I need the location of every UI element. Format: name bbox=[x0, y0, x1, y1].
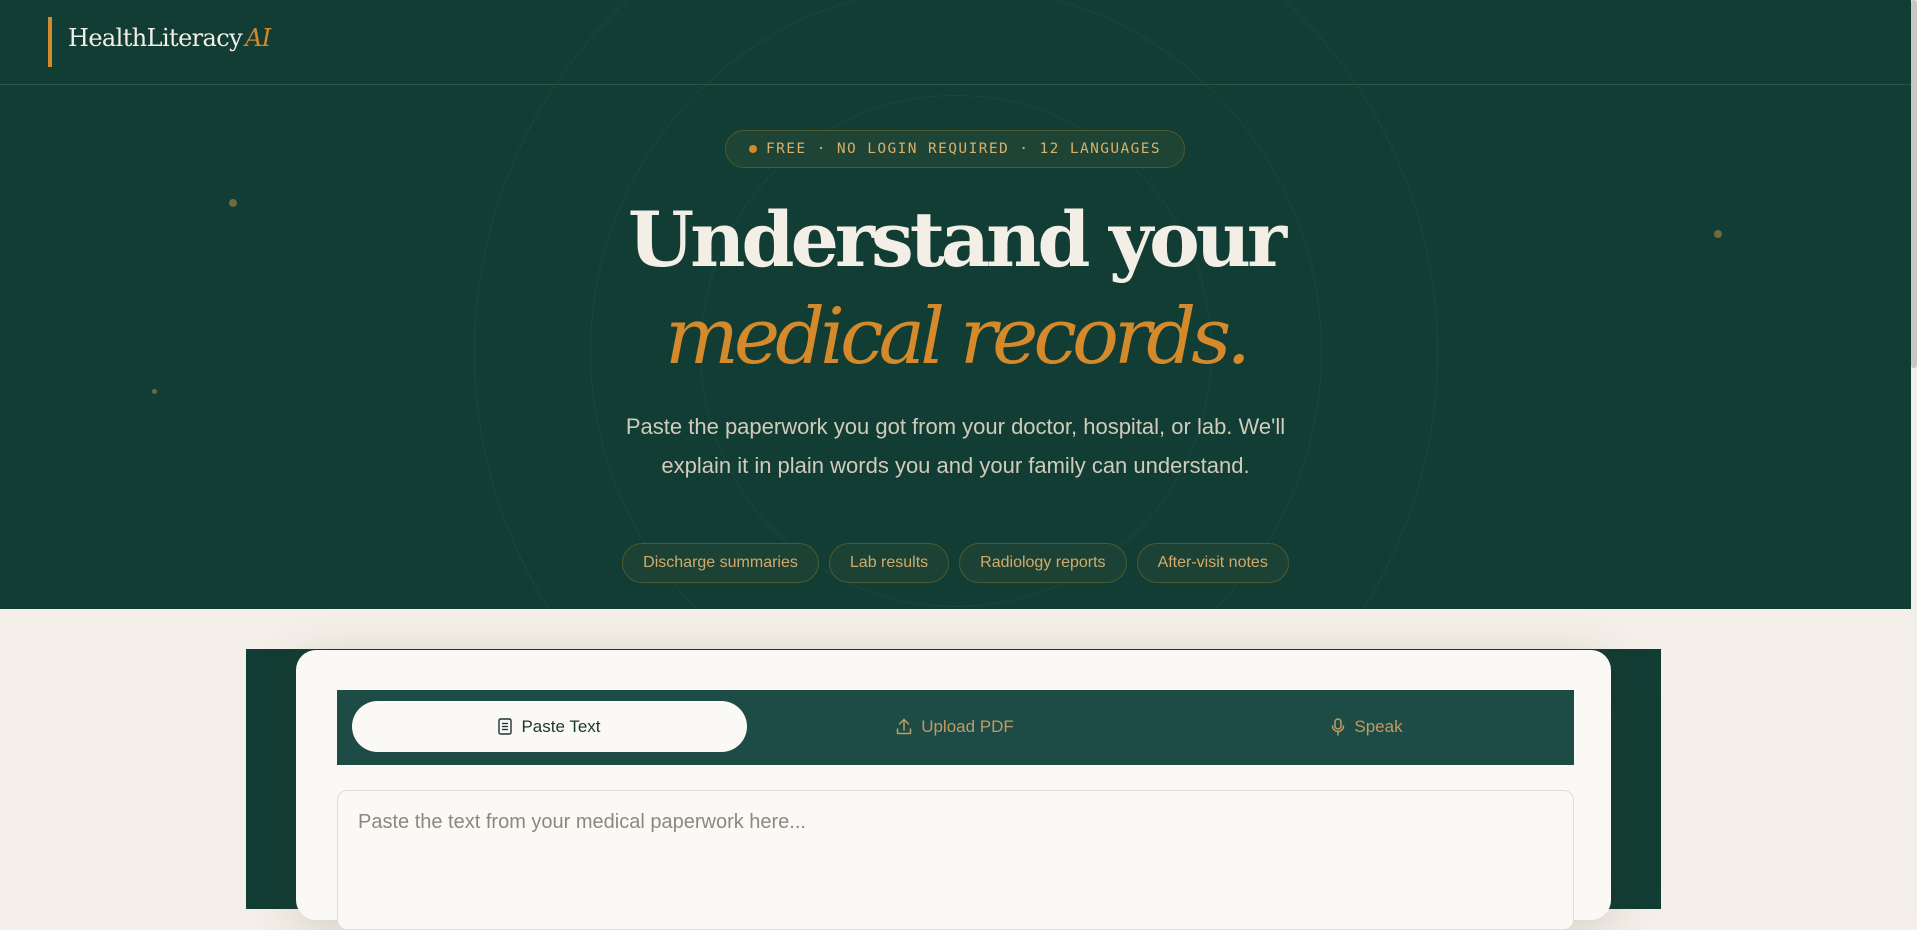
badge-text: FREE · NO LOGIN REQUIRED · 12 LANGUAGES bbox=[765, 141, 1162, 157]
document-type-chips: Discharge summaries Lab results Radiolog… bbox=[0, 543, 1911, 583]
microphone-icon bbox=[1332, 717, 1345, 736]
headline-line-1: Understand your bbox=[627, 195, 1287, 284]
tab-paste-text-label: Paste Text bbox=[521, 716, 601, 736]
upload-icon bbox=[896, 718, 912, 735]
top-navigation-bar: HealthLiteracy AI bbox=[0, 0, 1911, 85]
logo-accent-bar bbox=[48, 17, 52, 67]
input-mode-tabs: Paste Text Upload PDF Speak bbox=[337, 690, 1574, 765]
medical-text-input[interactable] bbox=[337, 790, 1574, 930]
chip-after-visit-notes[interactable]: After-visit notes bbox=[1136, 543, 1289, 583]
input-card: Paste Text Upload PDF Speak bbox=[296, 650, 1611, 930]
feature-badge: FREE · NO LOGIN REQUIRED · 12 LANGUAGES bbox=[725, 130, 1185, 168]
tab-upload-pdf[interactable]: Upload PDF bbox=[749, 701, 1161, 752]
badge-dot-icon bbox=[748, 145, 757, 153]
chip-lab-results[interactable]: Lab results bbox=[828, 543, 950, 583]
tab-paste-text[interactable]: Paste Text bbox=[352, 701, 747, 752]
hero-subtitle: Paste the paperwork you got from your do… bbox=[625, 414, 1286, 478]
headline-line-2: medical records. bbox=[664, 292, 1251, 382]
decorative-dot bbox=[152, 389, 157, 394]
tab-speak-label: Speak bbox=[1354, 716, 1403, 736]
chip-radiology-reports[interactable]: Radiology reports bbox=[959, 543, 1127, 583]
hero-section: HealthLiteracy AI FREE · NO LOGIN REQUIRE… bbox=[0, 0, 1911, 609]
tab-speak[interactable]: Speak bbox=[1161, 701, 1573, 752]
tab-upload-pdf-label: Upload PDF bbox=[921, 716, 1014, 736]
page-scrollbar[interactable] bbox=[1911, 0, 1917, 909]
site-logo[interactable]: HealthLiteracy AI bbox=[68, 24, 271, 52]
document-icon bbox=[498, 718, 513, 735]
logo-accent-text: AI bbox=[245, 24, 271, 52]
scrollbar-thumb[interactable] bbox=[1911, 0, 1917, 368]
chip-discharge-summaries[interactable]: Discharge summaries bbox=[622, 543, 819, 583]
logo-text: HealthLiteracy bbox=[68, 24, 243, 52]
